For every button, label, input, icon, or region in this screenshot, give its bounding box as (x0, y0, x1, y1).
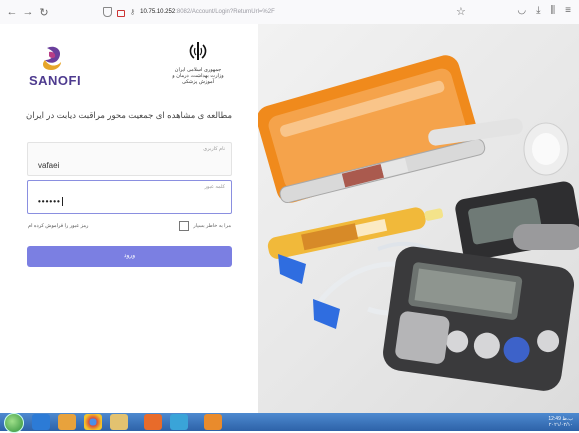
login-button[interactable]: ورود (27, 246, 232, 267)
username-value[interactable]: vafaei (38, 161, 59, 170)
pocket-icon[interactable]: ◡ (517, 5, 526, 16)
remember-me[interactable]: مرا به خاطر بسپار (179, 221, 231, 231)
iran-emblem-icon (189, 42, 207, 60)
remember-me-label: مرا به خاطر بسپار (193, 223, 231, 229)
url-bar[interactable]: ⚷ 10.75.10.252:8082/Account/Login?Return… (103, 4, 275, 20)
username-field[interactable]: نام کاربری vafaei (27, 142, 232, 176)
download-icon[interactable]: ⤓ (536, 5, 540, 16)
diabetes-devices-image (258, 55, 579, 391)
firefox-icon[interactable] (144, 414, 162, 430)
sanofi-logo: SANOFI (25, 42, 85, 90)
browser-toolbar: ← → ↻ ⚷ 10.75.10.252:8082/Account/Login?… (0, 0, 579, 25)
text-caret (61, 197, 63, 206)
sanofi-wordmark: SANOFI (28, 73, 82, 88)
start-button[interactable] (4, 413, 24, 433)
clock-date: ۲۰۲۱/۰۲/۱۰ (548, 422, 573, 428)
media-player-icon[interactable] (58, 414, 76, 430)
forward-icon[interactable]: → (20, 6, 36, 18)
forgot-password-link[interactable]: رمز عبور را فراموش کرده ام (28, 223, 88, 229)
shield-icon[interactable] (103, 7, 112, 17)
reload-icon[interactable]: ↻ (36, 6, 52, 19)
remember-me-checkbox[interactable] (179, 221, 190, 231)
password-field[interactable]: کلمه عبور •••••• (27, 180, 232, 214)
lock-icon[interactable] (117, 9, 125, 17)
explorer-icon[interactable] (110, 414, 128, 430)
star-icon[interactable]: ☆ (456, 5, 466, 18)
ie-icon[interactable] (32, 414, 50, 430)
hero-photo (258, 24, 579, 413)
password-value[interactable]: •••••• (38, 197, 63, 206)
page-title: مطالعه ی مشاهده ای جمعیت محور مراقبت دیا… (25, 110, 233, 120)
url-host: 10.75.10.252 (140, 9, 176, 15)
key-icon[interactable]: ⚷ (130, 8, 135, 16)
menu-icon[interactable]: ≡ (565, 5, 571, 16)
username-label: نام کاربری (203, 146, 225, 152)
sanofi-bird-icon (43, 46, 61, 70)
url-path: :8082/Account/Login?ReturnUrl=%2F (175, 9, 275, 15)
library-icon[interactable]: ⫼ (551, 5, 556, 16)
chrome-icon[interactable] (84, 414, 102, 430)
office-app-icon[interactable] (204, 414, 222, 430)
login-panel: SANOFI جمهوری اسلامی ایران وزارت بهداشت،… (0, 24, 258, 413)
system-tray[interactable]: 12:49 ب.ظ ۲۰۲۱/۰۲/۱۰ (548, 416, 573, 428)
back-icon[interactable]: ← (4, 6, 20, 18)
network-app-icon[interactable] (170, 414, 188, 430)
os-taskbar: 12:49 ب.ظ ۲۰۲۱/۰۲/۱۰ (0, 413, 579, 433)
password-mask: •••••• (38, 196, 61, 206)
ministry-logo: جمهوری اسلامی ایران وزارت بهداشت، درمان … (168, 40, 228, 88)
password-label: کلمه عبور (204, 184, 226, 190)
ministry-line-2: وزارت بهداشت، درمان و آموزش پزشکی (172, 73, 224, 85)
toolbar-right-icons: ◡ ⤓ ⫼ ≡ (517, 5, 571, 16)
